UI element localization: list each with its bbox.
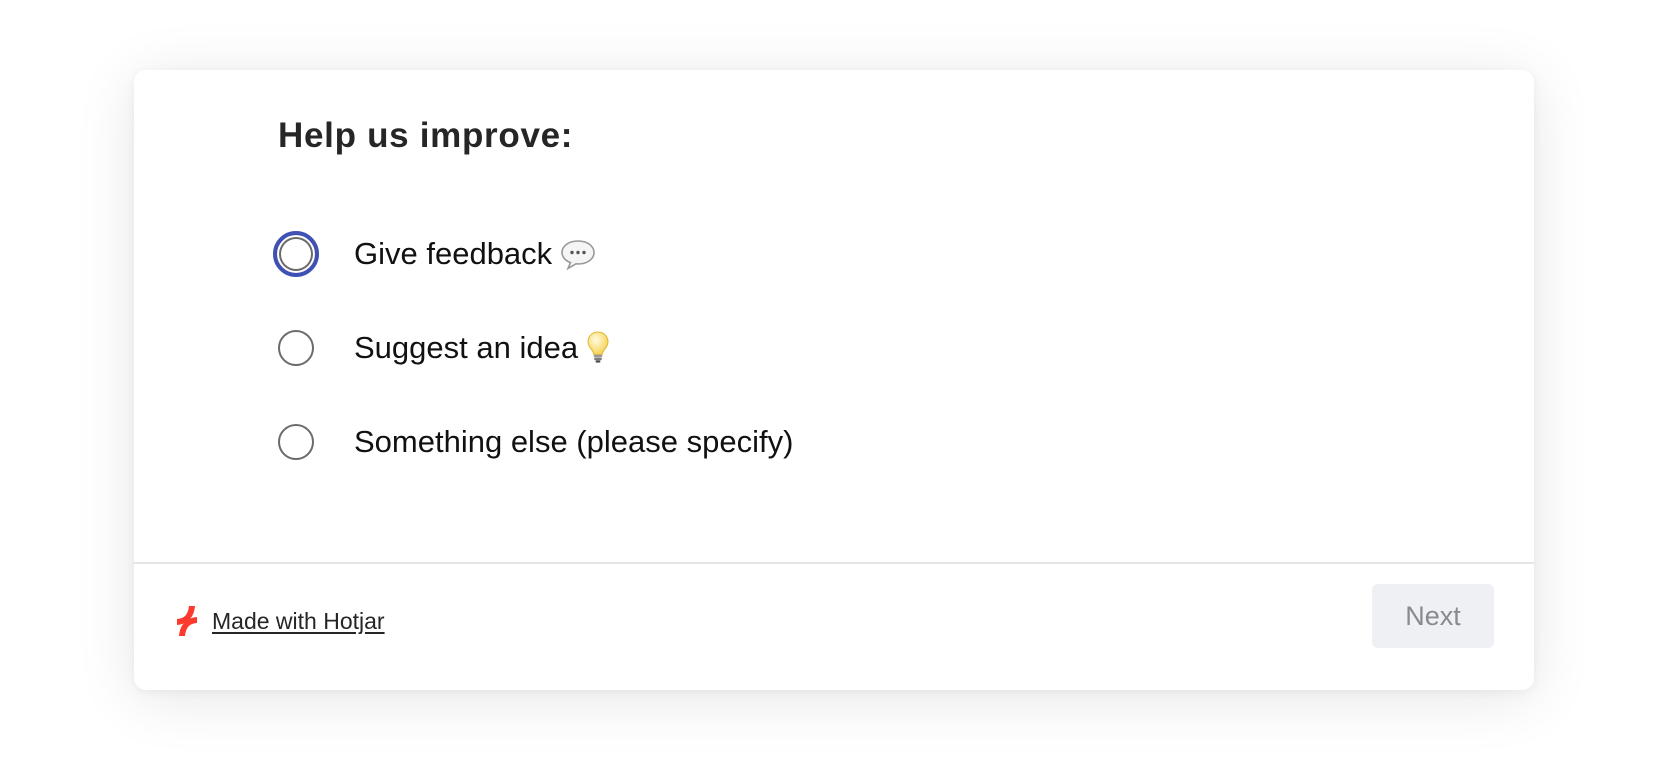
option-label: Suggest an idea: [354, 330, 610, 367]
light-bulb-icon: [586, 330, 610, 364]
survey-options: Give feedback Suggest an idea Something …: [272, 230, 793, 466]
made-with-hotjar-link[interactable]: Made with Hotjar: [212, 608, 385, 635]
next-button[interactable]: Next: [1372, 584, 1494, 648]
option-suggest-idea[interactable]: Suggest an idea: [272, 324, 793, 372]
survey-footer: Made with Hotjar Next: [134, 562, 1534, 690]
hotjar-logo-icon: [172, 604, 202, 638]
survey-card: Help us improve: Give feedback Suggest a…: [134, 70, 1534, 690]
radio-give-feedback[interactable]: [273, 231, 319, 277]
option-label: Something else (please specify): [354, 424, 794, 459]
option-something-else[interactable]: Something else (please specify): [272, 418, 793, 466]
speech-bubble-icon: [560, 238, 596, 270]
option-label: Give feedback: [354, 236, 596, 272]
option-give-feedback[interactable]: Give feedback: [272, 230, 793, 278]
radio-suggest-idea[interactable]: [278, 330, 314, 366]
radio-something-else[interactable]: [278, 424, 314, 460]
hotjar-brand[interactable]: Made with Hotjar: [172, 604, 385, 638]
survey-title: Help us improve:: [278, 116, 574, 155]
